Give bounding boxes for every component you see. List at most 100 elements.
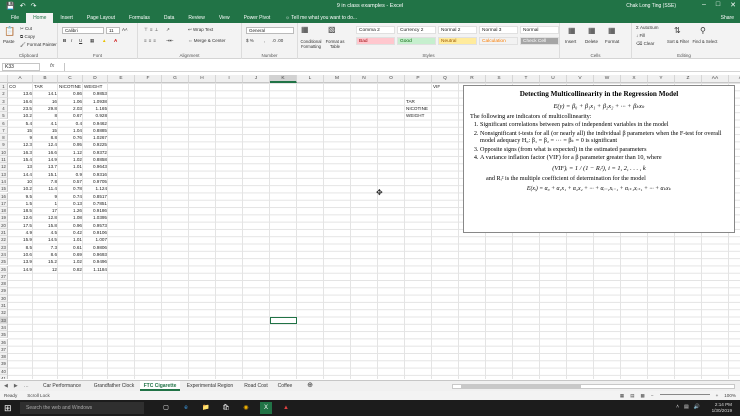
fill-button[interactable]: ↓ Fill <box>636 33 645 38</box>
data-cell[interactable]: 9 <box>8 134 33 141</box>
row-header-9[interactable]: 9 <box>0 141 8 149</box>
data-cell[interactable]: 16.6 <box>33 149 58 156</box>
data-cell[interactable]: 15.1 <box>33 171 58 178</box>
data-cell[interactable]: 1.0267 <box>83 134 108 141</box>
data-cell[interactable]: 15.4 <box>8 156 33 163</box>
data-cell[interactable]: 0.4 <box>58 120 83 127</box>
data-cell[interactable]: 0.8517 <box>83 193 108 200</box>
wrap-text-button[interactable]: ↩ Wrap Text <box>188 27 213 33</box>
comma-icon[interactable]: , <box>264 38 265 43</box>
close-icon[interactable]: ✕ <box>730 1 736 9</box>
data-cell[interactable]: 12.3 <box>8 141 33 148</box>
data-cell[interactable]: 8.6 <box>33 251 58 258</box>
data-cell[interactable]: 0.42 <box>58 229 83 236</box>
row-header-32[interactable]: 32 <box>0 309 8 317</box>
row-header-40[interactable]: 40 <box>0 367 8 375</box>
column-header-m[interactable]: M <box>324 75 351 83</box>
data-cell[interactable]: 1.02 <box>58 258 83 265</box>
cell-style-neutral[interactable]: Neutral <box>438 37 477 45</box>
column-header-v[interactable]: V <box>567 75 594 83</box>
data-cell[interactable]: 0.57 <box>58 178 83 185</box>
column-header-k[interactable]: K <box>270 75 297 83</box>
data-cell[interactable]: 0.9573 <box>83 222 108 229</box>
column-header-a[interactable]: A <box>8 75 33 83</box>
data-cell[interactable]: 1.01 <box>58 236 83 243</box>
row-header-34[interactable]: 34 <box>0 323 8 332</box>
selected-cell[interactable] <box>270 316 297 324</box>
data-cell[interactable]: 1.5 <box>8 200 33 207</box>
maximize-icon[interactable]: □ <box>716 1 720 9</box>
data-cell[interactable]: 0.9705 <box>83 178 108 185</box>
data-cell[interactable]: 1.0395 <box>83 214 108 221</box>
vif-label-cell[interactable]: TAR <box>405 98 432 105</box>
column-header-r[interactable]: R <box>459 75 486 83</box>
conditional-formatting-icon[interactable]: ▦ <box>301 25 309 34</box>
data-cell[interactable]: 4.1 <box>33 120 58 127</box>
conditional-formatting-button[interactable]: Conditional Formatting <box>298 39 324 49</box>
data-cell[interactable]: 15 <box>33 127 58 134</box>
data-cell[interactable]: 14.5 <box>33 236 58 243</box>
notification-chevron-icon[interactable]: ˄ <box>676 404 679 410</box>
data-cell[interactable]: 1.06 <box>58 98 83 105</box>
data-cell[interactable]: 0.9643 <box>83 163 108 170</box>
format-as-table-icon[interactable]: ▧ <box>328 25 336 34</box>
column-header-s[interactable]: S <box>486 75 513 83</box>
edge-icon[interactable]: e <box>180 402 192 414</box>
copy-button[interactable]: ⧉ Copy <box>20 34 35 39</box>
column-header-j[interactable]: J <box>243 75 270 83</box>
user-name[interactable]: Chak Long Ting (SSE) <box>626 3 676 9</box>
column-header-p[interactable]: P <box>405 75 432 83</box>
data-cell[interactable]: 14.9 <box>33 156 58 163</box>
row-header-26[interactable]: 26 <box>0 265 8 273</box>
tab-view[interactable]: View <box>212 13 237 23</box>
data-cell[interactable]: 23.5 <box>8 105 33 112</box>
data-cell[interactable]: 13.7 <box>33 163 58 170</box>
data-cell[interactable]: 0.8885 <box>83 127 108 134</box>
row-header-18[interactable]: 18 <box>0 207 8 215</box>
cell-style-normal[interactable]: Normal <box>520 26 559 34</box>
row-header-30[interactable]: 30 <box>0 294 8 302</box>
vif-label-cell[interactable]: WEIGHT <box>405 112 432 119</box>
formula-input[interactable] <box>64 63 738 71</box>
tab-home[interactable]: Home <box>26 13 54 23</box>
number-format-select[interactable]: General <box>246 27 294 34</box>
paste-button[interactable]: Paste <box>3 39 15 44</box>
data-cell[interactable]: 8.5 <box>8 244 33 251</box>
column-header-i[interactable]: I <box>216 75 243 83</box>
data-cell[interactable]: 0.9693 <box>83 251 108 258</box>
data-cell[interactable]: 12 <box>33 266 58 273</box>
data-cell[interactable]: 5.4 <box>8 120 33 127</box>
data-cell[interactable]: 1.26 <box>58 207 83 214</box>
data-cell[interactable]: 1.124 <box>83 185 108 192</box>
chrome-icon[interactable]: ◉ <box>240 402 252 414</box>
volume-icon[interactable]: 🔊 <box>694 404 700 410</box>
row-header-27[interactable]: 27 <box>0 272 8 281</box>
row-header-3[interactable]: 3 <box>0 97 8 105</box>
tab-review[interactable]: Review <box>181 13 211 23</box>
merge-center-button[interactable]: ⇔ Merge & Center <box>188 38 226 43</box>
data-cell[interactable]: 0.9806 <box>83 244 108 251</box>
prev-sheet-icon[interactable]: ◀ <box>4 383 8 389</box>
data-cell[interactable]: 14.9 <box>8 266 33 273</box>
data-cell[interactable]: 17 <box>33 207 58 214</box>
cell-style-good[interactable]: Good <box>397 37 436 45</box>
row-header-15[interactable]: 15 <box>0 185 8 193</box>
row-header-19[interactable]: 19 <box>0 214 8 222</box>
sheet-tab-grandfather-clock[interactable]: Grandfather Clock <box>88 381 140 391</box>
row-header-6[interactable]: 6 <box>0 119 8 127</box>
format-painter-button[interactable]: 🖌 Format Painter <box>20 42 57 48</box>
data-cell[interactable]: 1 <box>33 200 58 207</box>
data-cell[interactable]: 1.0938 <box>83 98 108 105</box>
data-cell[interactable]: 1.12 <box>58 149 83 156</box>
delete-cells-icon[interactable]: ▦ <box>588 26 596 35</box>
data-cell[interactable]: 2.03 <box>58 105 83 112</box>
column-header-e[interactable]: E <box>108 75 135 83</box>
font-name-select[interactable]: Calibri <box>62 27 104 34</box>
format-as-table-button[interactable]: Format as Table <box>324 39 346 49</box>
underline-button[interactable]: U <box>79 38 82 43</box>
row-header-33[interactable]: 33 <box>0 316 8 324</box>
data-cell[interactable]: 4.5 <box>33 229 58 236</box>
font-color-icon[interactable]: A <box>114 38 117 43</box>
row-header-39[interactable]: 39 <box>0 360 8 368</box>
zoom-slider[interactable] <box>659 394 710 395</box>
